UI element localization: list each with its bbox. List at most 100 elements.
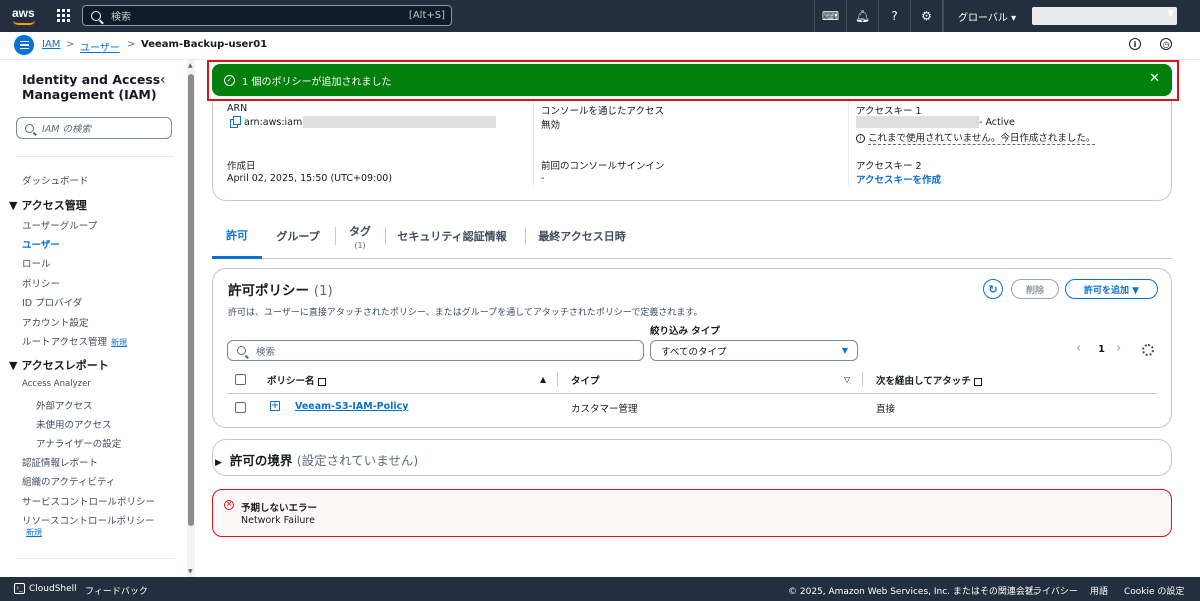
error-message: Network Failure	[241, 515, 315, 526]
search-shortcut: [Alt+S]	[408, 10, 445, 21]
column-attached-via[interactable]: 次を経由してアタッチ	[876, 373, 982, 387]
row-checkbox[interactable]	[235, 402, 246, 413]
tab-label: 最終アクセス日時	[538, 230, 626, 243]
sidebar-item-credential-report[interactable]: 認証情報レポート	[22, 455, 98, 469]
permissions-title: 許可ポリシー (1)	[228, 279, 333, 299]
sidebar-item-identity-providers[interactable]: ID プロバイダ	[22, 295, 82, 309]
policy-search-input[interactable]: 検索	[227, 340, 644, 361]
error-title: 予期しないエラー	[241, 503, 318, 514]
access-key1-note-text[interactable]: これまで使用されていません。今日作成されました。	[868, 133, 1096, 145]
refresh-button[interactable]: ↻	[983, 279, 1003, 299]
help-icon[interactable]: ?	[878, 0, 910, 32]
column-policy-name[interactable]: ポリシー名	[267, 373, 326, 387]
hamburger-menu-button[interactable]	[14, 35, 34, 55]
sidebar-item-user-groups[interactable]: ユーザーグループ	[22, 218, 97, 232]
footer-privacy-link[interactable]: プライバシー	[1024, 584, 1078, 597]
bell-icon[interactable]: 🔔︎	[846, 0, 878, 32]
column-divider	[533, 100, 534, 186]
column-type[interactable]: タイプ	[571, 373, 600, 387]
sidebar-search-input[interactable]: IAM の検索	[16, 117, 172, 139]
sidebar-item-root-access[interactable]: ルートアクセス管理 新規	[22, 334, 127, 348]
add-permissions-button[interactable]: 許可を追加 ▼	[1065, 279, 1158, 299]
scroll-up-icon[interactable]: ▲	[188, 62, 193, 69]
sidebar-item-account-settings[interactable]: アカウント設定	[22, 315, 89, 329]
cloudshell-icon[interactable]: ⌨	[814, 0, 846, 32]
access-key1-note: i これまで使用されていません。今日作成されました。	[856, 130, 1096, 145]
close-icon[interactable]: ✕	[1149, 71, 1160, 86]
account-menu[interactable]	[1032, 7, 1177, 25]
scroll-down-icon[interactable]: ▼	[188, 568, 193, 575]
region-selector[interactable]: グローバル ▾	[958, 9, 1016, 24]
aws-logo[interactable]: aws	[12, 6, 38, 26]
footer-cookie-link[interactable]: Cookie の設定	[1124, 584, 1184, 597]
cloudshell-icon[interactable]: ›_	[14, 583, 25, 594]
search-icon	[91, 10, 101, 21]
page-number[interactable]: 1	[1098, 344, 1105, 355]
breadcrumb-users[interactable]: ユーザー	[80, 39, 120, 54]
breadcrumb-iam[interactable]: IAM	[42, 39, 60, 50]
access-key1-status: - Active	[979, 117, 1015, 128]
select-all-checkbox[interactable]	[235, 374, 246, 385]
sidebar-scrollbar[interactable]: ▲ ▼	[187, 60, 195, 577]
sort-asc-icon[interactable]: ▲	[540, 375, 546, 384]
sidebar-item-external-access[interactable]: 外部アクセス	[36, 398, 93, 412]
error-icon: ×	[224, 500, 234, 510]
sidebar-item-analyzer-settings[interactable]: アナライザーの設定	[36, 436, 121, 450]
sidebar-section-reports[interactable]: ▼ アクセスレポート	[9, 357, 109, 373]
sidebar-item-org-activity[interactable]: 組織のアクティビティ	[22, 474, 115, 488]
tab-security-credentials[interactable]: セキュリティ認証情報	[392, 213, 512, 259]
clock-icon[interactable]: ◷	[1160, 38, 1172, 50]
sidebar-item-dashboard[interactable]: ダッシュボード	[22, 173, 89, 187]
tab-tags[interactable]: タグ (1)	[338, 213, 382, 259]
flash-message: 1 個のポリシーが追加されました	[242, 76, 392, 88]
sidebar-item-roles[interactable]: ロール	[22, 256, 51, 270]
footer-cloudshell-link[interactable]: CloudShell	[29, 584, 77, 594]
settings-icon[interactable]: ⚙	[910, 0, 942, 32]
top-divider	[942, 0, 944, 32]
sidebar-item-users[interactable]: ユーザー	[22, 237, 60, 251]
create-access-key-link[interactable]: アクセスキーを作成	[856, 172, 941, 186]
footer-feedback-link[interactable]: フィードバック	[85, 584, 148, 597]
type-filter-select[interactable]: すべてのタイプ ▼	[650, 340, 858, 361]
tab-groups[interactable]: グループ	[270, 213, 326, 259]
sidebar-item-unused-access[interactable]: 未使用のアクセス	[36, 417, 112, 431]
tab-divider	[335, 227, 336, 245]
page-next-button[interactable]: ›	[1116, 341, 1121, 356]
check-circle-icon: ✓	[224, 74, 235, 86]
page-prev-button[interactable]: ‹	[1076, 341, 1081, 356]
global-search-input[interactable]: 検索 [Alt+S]	[82, 5, 452, 26]
info-icon[interactable]: i	[1129, 38, 1141, 50]
section-caret-icon: ▼	[9, 359, 18, 372]
footer-terms-link[interactable]: 用語	[1090, 584, 1108, 597]
sort-icon[interactable]: ▽	[844, 375, 850, 384]
policy-table-header	[227, 366, 1157, 394]
permissions-count: (1)	[313, 283, 333, 299]
policy-type-cell: カスタマー管理	[571, 404, 638, 415]
sidebar-divider	[16, 558, 174, 559]
account-caret-icon[interactable]: ▼	[1167, 9, 1174, 19]
tab-last-accessed[interactable]: 最終アクセス日時	[530, 213, 634, 259]
copy-icon[interactable]	[230, 116, 241, 128]
policy-name-link[interactable]: Veeam-S3-IAM-Policy	[295, 401, 408, 412]
info-icon: i	[856, 134, 865, 143]
redacted-account-id	[303, 116, 496, 128]
last-signin-value: -	[541, 173, 545, 184]
delete-button[interactable]: 削除	[1011, 279, 1059, 299]
section-label: アクセス管理	[21, 199, 87, 212]
access-key1-label: アクセスキー 1	[856, 106, 922, 117]
permissions-boundary-header[interactable]: ▶ 許可の境界 (設定されていません)	[213, 450, 418, 469]
sidebar-collapse-icon[interactable]: ‹	[160, 72, 166, 88]
expand-plus-icon[interactable]: +	[270, 401, 280, 411]
sidebar-new-badge: 新規	[22, 527, 42, 538]
tab-permissions[interactable]: 許可	[212, 213, 262, 259]
sidebar-item-access-analyzer[interactable]: Access Analyzer	[22, 379, 91, 389]
scrollbar-thumb[interactable]	[188, 74, 194, 526]
sidebar-item-scp[interactable]: サービスコントロールポリシー	[22, 494, 155, 508]
gear-icon[interactable]	[1142, 344, 1154, 356]
sidebar-item-policies[interactable]: ポリシー	[22, 276, 60, 290]
services-grid-icon[interactable]	[57, 9, 70, 22]
sidebar-item-rcp[interactable]: リソースコントロールポリシー	[22, 513, 155, 527]
sidebar-item-label: ルートアクセス管理	[22, 337, 108, 348]
sidebar-section-access[interactable]: ▼ アクセス管理	[9, 197, 87, 213]
breadcrumb-separator: >	[66, 39, 75, 50]
